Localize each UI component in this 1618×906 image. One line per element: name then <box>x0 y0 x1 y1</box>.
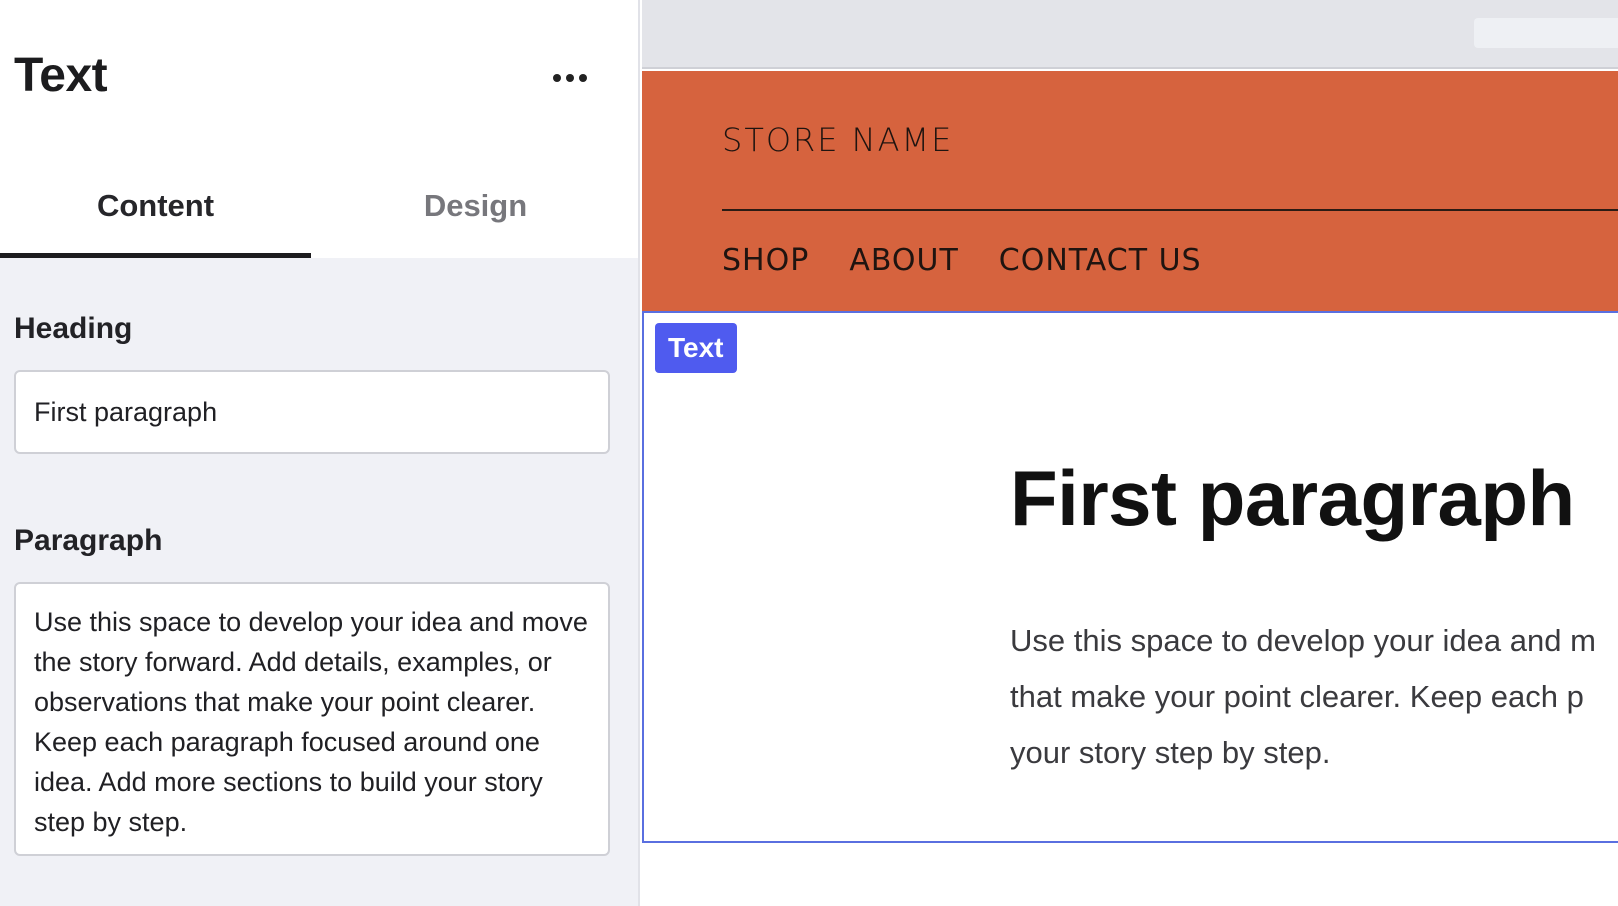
tab-content[interactable]: Content <box>0 176 311 258</box>
tab-design[interactable]: Design <box>320 176 631 258</box>
paragraph-field-label: Paragraph <box>14 524 163 557</box>
more-options-button[interactable] <box>546 60 594 96</box>
section-heading[interactable]: First paragraph <box>1010 453 1575 544</box>
more-horizontal-icon <box>553 74 561 82</box>
store-name[interactable]: STORE NAME <box>722 121 953 159</box>
site-nav: SHOP ABOUT CONTACT US <box>722 243 1202 278</box>
selected-block-badge[interactable]: Text <box>655 323 737 373</box>
active-tab-indicator <box>0 253 311 258</box>
header-divider <box>722 209 1618 211</box>
more-horizontal-icon <box>566 74 574 82</box>
paragraph-line: that make your point clearer. Keep each … <box>1010 679 1584 714</box>
panel-title: Text <box>14 49 108 102</box>
paragraph-textarea[interactable]: Use this space to develop your idea and … <box>14 582 610 856</box>
paragraph-line: your story step by step. <box>1010 735 1331 770</box>
nav-link-about[interactable]: ABOUT <box>849 243 958 278</box>
preview-toolbar <box>642 0 1618 69</box>
panel-header: Text Content Design <box>0 0 638 258</box>
nav-link-contact[interactable]: CONTACT US <box>999 243 1202 278</box>
selected-text-section[interactable]: Text First paragraph Use this space to d… <box>642 311 1618 843</box>
heading-input[interactable]: First paragraph <box>14 370 610 454</box>
site-preview: STORE NAME SHOP ABOUT CONTACT US Text Fi… <box>642 0 1618 906</box>
nav-link-shop[interactable]: SHOP <box>722 243 809 278</box>
paragraph-line: Use this space to develop your idea and … <box>1010 623 1596 658</box>
site-header[interactable]: STORE NAME SHOP ABOUT CONTACT US <box>642 71 1618 311</box>
more-horizontal-icon <box>579 74 587 82</box>
editor-panel: Text Content Design Heading First paragr… <box>0 0 640 906</box>
toolbar-chip[interactable] <box>1474 18 1618 48</box>
heading-field-label: Heading <box>14 312 133 345</box>
section-paragraph[interactable]: Use this space to develop your idea and … <box>1010 613 1618 781</box>
